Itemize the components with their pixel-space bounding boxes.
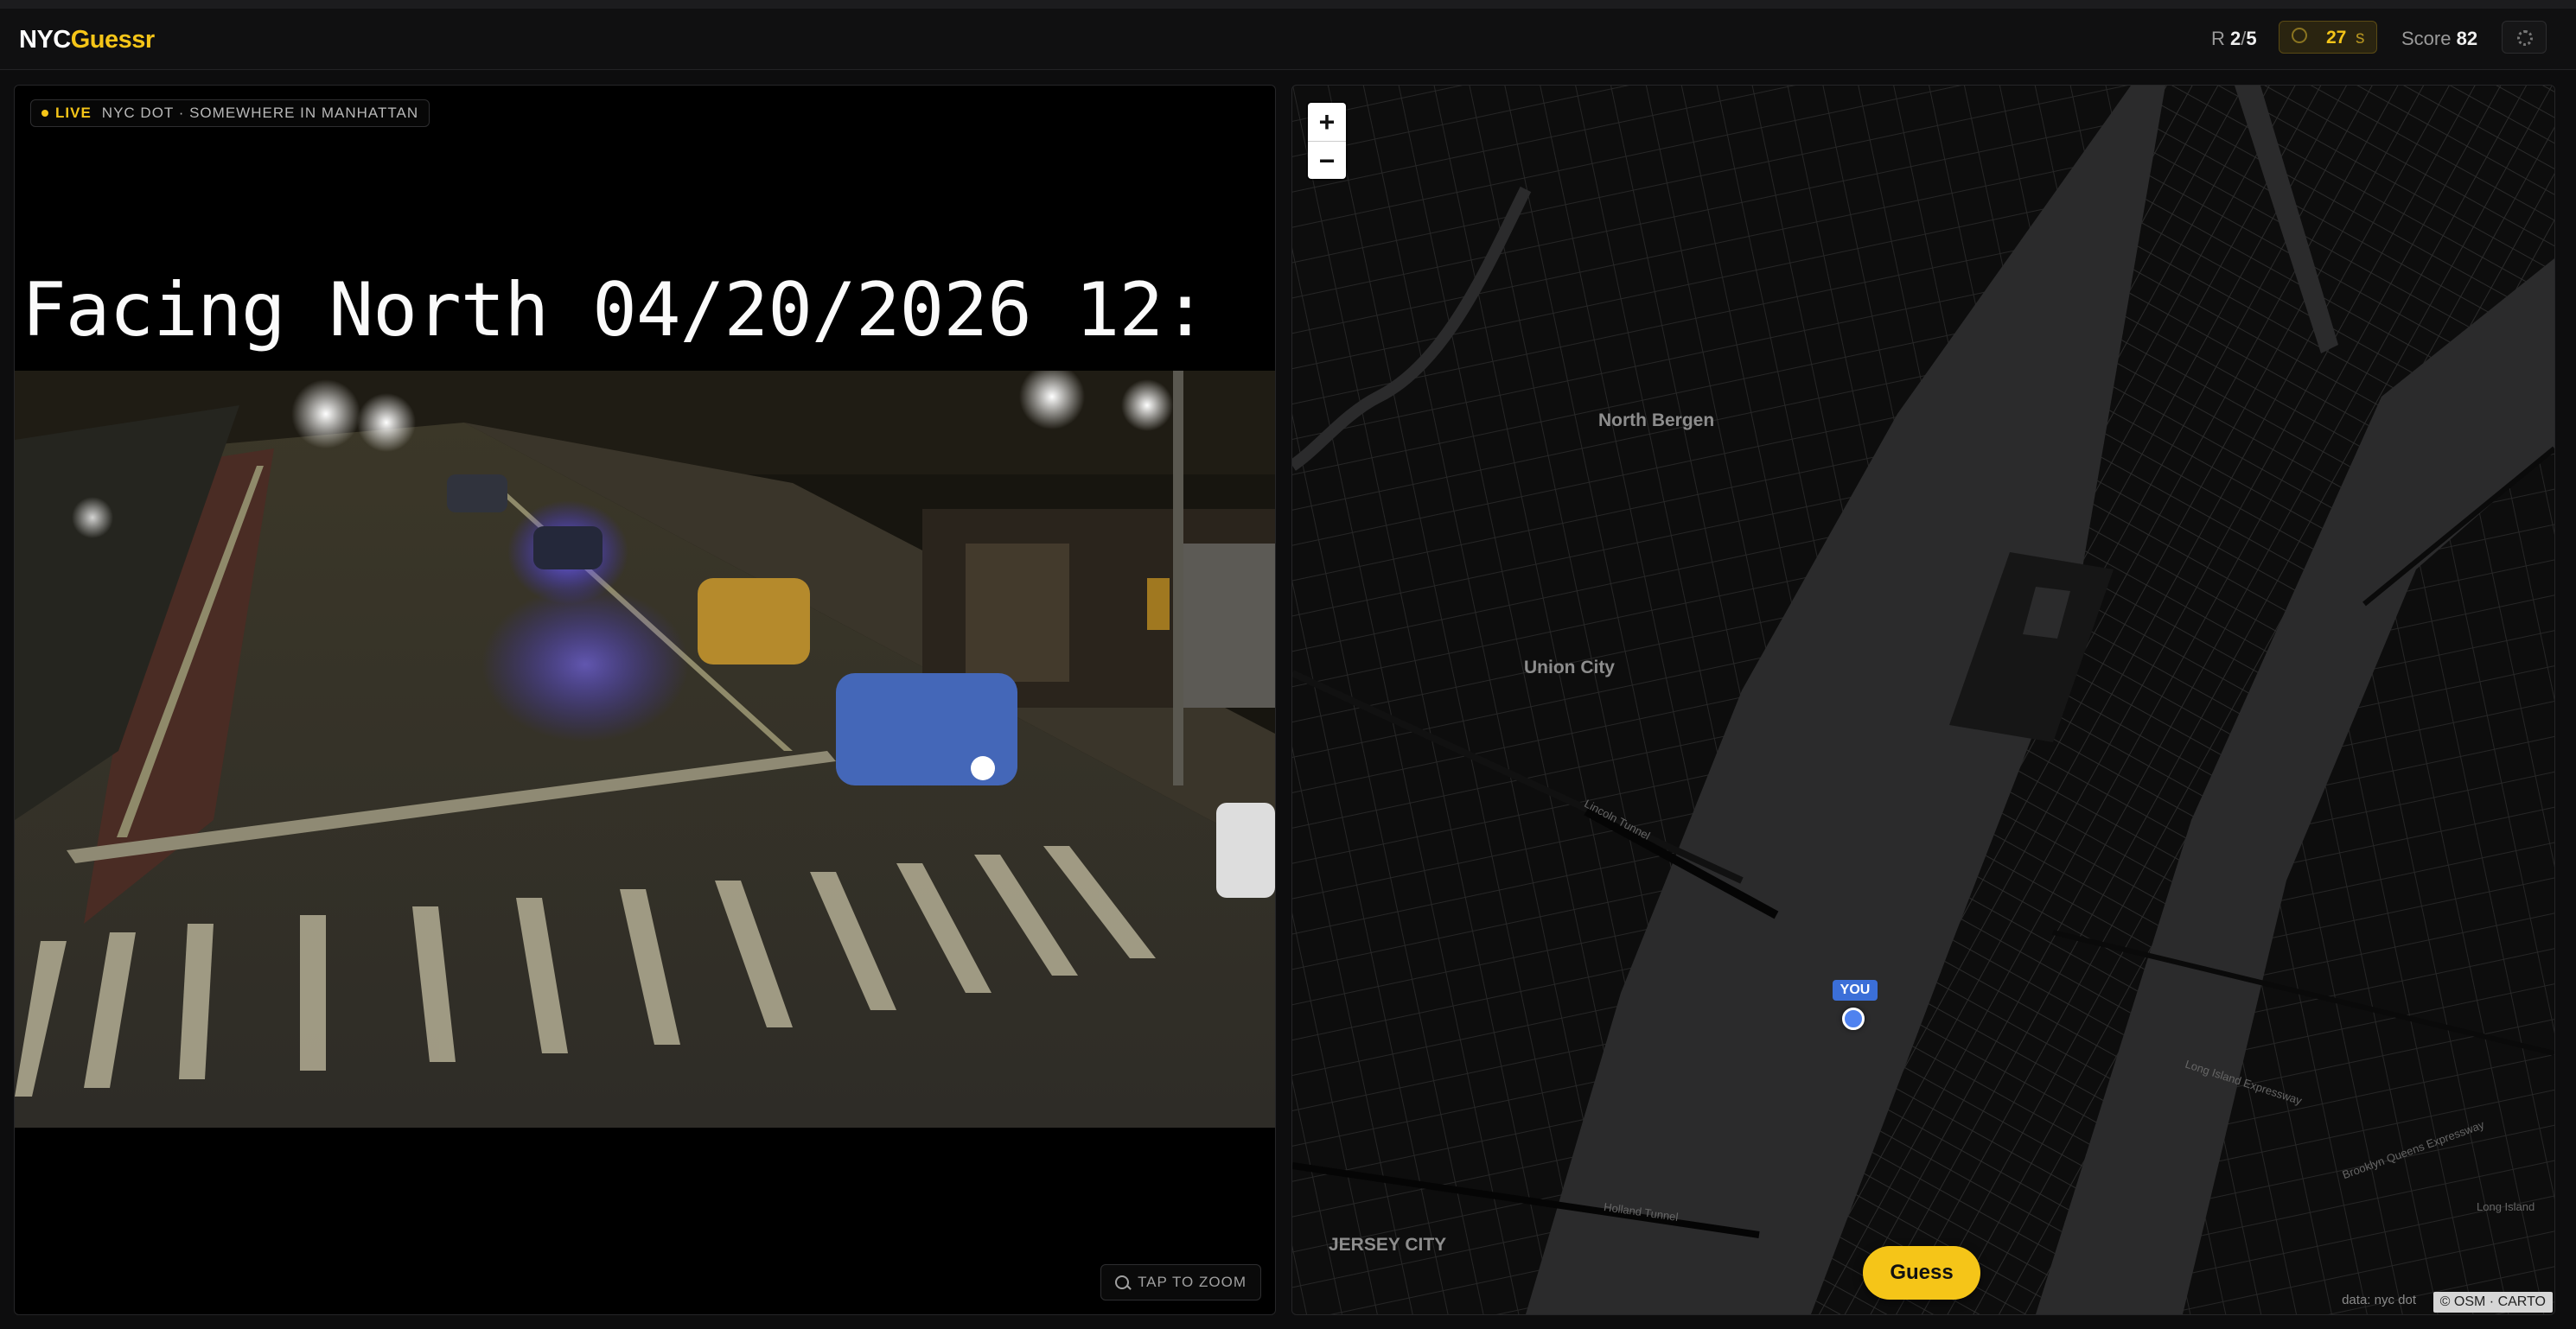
camera-overlay-text: Facing North 04/20/2026 12: — [22, 267, 1208, 353]
place-label-north-bergen: North Bergen — [1598, 410, 1715, 430]
score-label: Score — [2401, 28, 2452, 49]
place-label-jersey-city: JERSEY CITY — [1329, 1235, 1447, 1255]
live-label: LIVE — [55, 105, 92, 121]
timer-unit: s — [2356, 28, 2365, 48]
round-prefix: R — [2211, 28, 2225, 49]
score-value: 82 — [2456, 28, 2478, 49]
live-dot-icon — [41, 110, 48, 117]
live-badge: LIVE NYC DOT · SOMEWHERE IN MANHATTAN — [30, 99, 430, 127]
map-data-source: data: nyc dot — [2342, 1293, 2416, 1307]
tap-to-zoom-button[interactable]: TAP TO ZOOM — [1100, 1264, 1261, 1300]
map-canvas[interactable] — [1292, 86, 2554, 1314]
guess-button[interactable]: Guess — [1863, 1246, 1980, 1300]
you-marker-pin[interactable] — [1842, 1008, 1865, 1030]
tap-to-zoom-label: TAP TO ZOOM — [1138, 1274, 1247, 1290]
magnifier-icon — [1115, 1275, 1130, 1289]
street-label-long-island: Long Island — [2477, 1200, 2535, 1213]
camera-image[interactable] — [15, 371, 1275, 1128]
you-marker-label: YOU — [1833, 980, 1878, 1001]
camera-panel[interactable]: LIVE NYC DOT · SOMEWHERE IN MANHATTAN Fa… — [14, 85, 1276, 1315]
settings-button[interactable] — [2502, 21, 2547, 54]
timer-value: 27 — [2326, 28, 2347, 48]
map-attribution[interactable]: © OSM · CARTO — [2433, 1292, 2553, 1313]
round-current: 2 — [2230, 28, 2241, 49]
logo-guessr: Guessr — [70, 26, 155, 54]
logo-nyc: NYC — [19, 26, 71, 54]
app-logo: NYCGuessr — [19, 26, 155, 54]
map-panel[interactable]: + − North Bergen Union City JERSEY CITY … — [1291, 85, 2555, 1315]
score-indicator: Score 82 — [2401, 28, 2477, 50]
place-label-union-city: Union City — [1524, 658, 1615, 677]
zoom-in-button[interactable]: + — [1308, 103, 1346, 142]
round-indicator: R 2/5 — [2211, 28, 2257, 50]
map-zoom-control: + − — [1308, 103, 1346, 179]
clock-icon — [2292, 28, 2307, 43]
round-total: 5 — [2246, 28, 2257, 49]
camera-source-text: NYC DOT · SOMEWHERE IN MANHATTAN — [101, 105, 419, 121]
settings-icon — [2517, 30, 2533, 46]
app-header: NYCGuessr R 2/5 27 s Score 82 — [0, 9, 2576, 70]
zoom-out-button[interactable]: − — [1308, 142, 1346, 180]
timer-badge: 27 s — [2279, 21, 2377, 54]
